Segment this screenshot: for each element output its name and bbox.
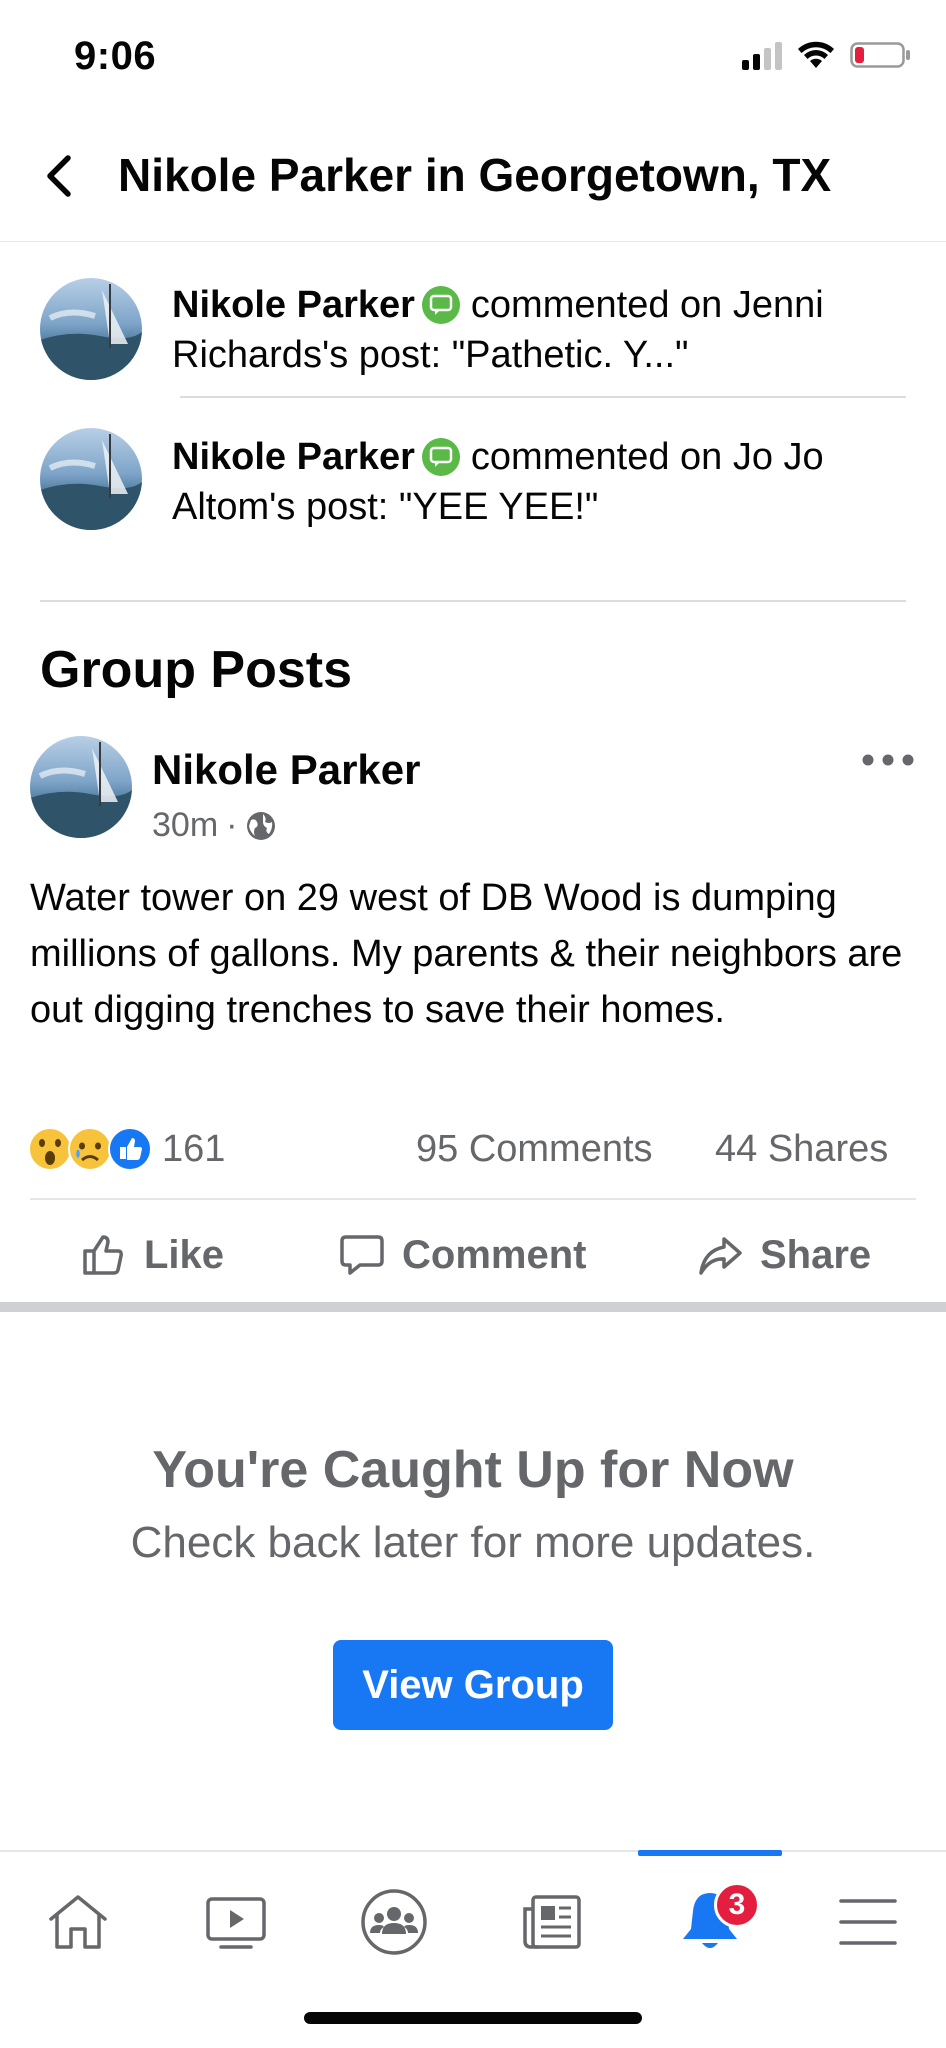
tab-notifications[interactable]: 3 [650, 1872, 770, 1972]
reaction-count: 161 [162, 1128, 226, 1170]
activity-author: Nikole Parker [172, 284, 415, 326]
status-icons [742, 40, 912, 70]
cellular-signal-icon [742, 40, 782, 70]
thumbs-up-icon [83, 1235, 123, 1275]
feed-separator [0, 1302, 946, 1312]
section-title: Group Posts [40, 641, 353, 699]
comment-icon [340, 1235, 384, 1275]
tab-watch[interactable] [176, 1872, 296, 1972]
groups-icon [361, 1889, 427, 1955]
reaction-icons [28, 1127, 152, 1171]
sad-reaction-icon [68, 1127, 112, 1171]
like-button[interactable]: Like [80, 1220, 224, 1290]
post-meta: 30m · [152, 806, 277, 845]
post-author-name[interactable]: Nikole Parker [152, 746, 421, 794]
post-action-bar: Like Comment Share [0, 1220, 946, 1290]
menu-icon [839, 1899, 897, 1945]
like-reaction-icon [108, 1127, 152, 1171]
page-header: Nikole Parker in Georgetown, TX [0, 110, 946, 242]
activity-text: Nikole Parker commented on Jo Jo Altom's … [172, 432, 912, 532]
comment-badge-icon [421, 438, 460, 476]
caught-up-subtitle: Check back later for more updates. [130, 1518, 816, 1567]
tab-groups[interactable] [334, 1872, 454, 1972]
post-body: Water tower on 29 west of DB Wood is dum… [30, 877, 903, 1031]
activity-item[interactable]: Nikole Parker commented on Jo Jo Altom's … [0, 420, 946, 550]
activity-item[interactable]: Nikole Parker commented on Jenni Richards… [0, 266, 946, 396]
divider [30, 1198, 916, 1200]
activity-text: Nikole Parker commented on Jenni Richards… [172, 280, 912, 380]
post-author-avatar[interactable] [30, 736, 132, 838]
share-arrow-icon [699, 1237, 742, 1275]
tab-home[interactable] [18, 1872, 138, 1972]
comment-badge-icon [421, 286, 460, 324]
comment-label: Comment [402, 1232, 587, 1277]
share-button[interactable]: Share [696, 1220, 871, 1290]
like-label: Like [144, 1232, 225, 1277]
divider [180, 396, 906, 398]
tab-news[interactable] [492, 1872, 612, 1972]
notification-badge: 3 [714, 1882, 760, 1928]
wifi-icon [798, 41, 834, 68]
share-label: Share [760, 1232, 872, 1277]
meta-separator: · [226, 806, 238, 844]
reactions-summary[interactable]: 161 95 Comments 44 Shares [28, 1120, 918, 1180]
view-group-button[interactable]: View Group [333, 1640, 613, 1730]
home-indicator[interactable] [304, 2012, 642, 2024]
status-time: 9:06 [74, 34, 157, 78]
activity-author: Nikole Parker [172, 436, 415, 478]
active-tab-indicator [638, 1850, 782, 1856]
home-icon [49, 1895, 107, 1949]
comment-button[interactable]: Comment [338, 1220, 586, 1290]
avatar [40, 428, 142, 530]
back-arrow-icon[interactable] [40, 150, 80, 202]
section-divider [40, 600, 906, 602]
battery-icon [850, 42, 910, 68]
news-icon [523, 1895, 581, 1949]
more-options-icon[interactable] [860, 748, 916, 772]
caught-up-title: You're Caught Up for Now [152, 1441, 794, 1499]
watch-icon [206, 1897, 266, 1949]
wow-reaction-icon [28, 1127, 72, 1171]
comments-count-link[interactable]: 95 Comments [416, 1128, 653, 1171]
page-title: Nikole Parker in Georgetown, TX [118, 149, 832, 201]
globe-icon [247, 811, 276, 840]
shares-count-link[interactable]: 44 Shares [715, 1128, 888, 1171]
avatar [40, 278, 142, 380]
post-time[interactable]: 30m [152, 806, 218, 845]
tab-menu[interactable] [808, 1872, 928, 1972]
status-bar: 9:06 [0, 0, 946, 110]
